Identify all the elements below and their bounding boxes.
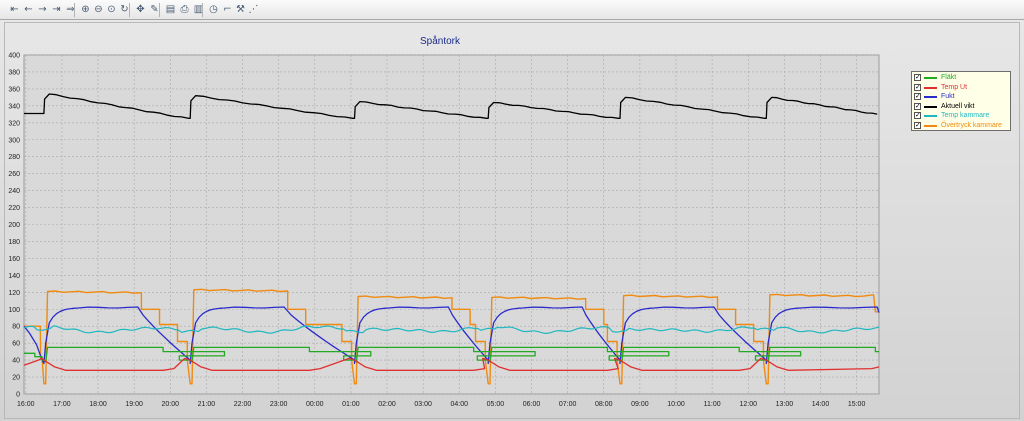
legend-swatch [924, 105, 937, 108]
legend-item[interactable]: ✓ Övertryck kammare [912, 121, 1010, 131]
chart-window: ⇤ ← → ⇥ ⇒ ⊕ ⊖ ⊙ ↻ ✥ ✎ ▤ ⎙ ▥ ◷ ⌐ ⚒ ⋰ 0 20 40 60 80 100 120 140 160… [0, 0, 1024, 421]
y-tick-label: 200 [8, 222, 20, 229]
x-tick-label: 02:00 [378, 401, 396, 408]
y-tick-label: 120 [8, 290, 20, 297]
x-tick-label: 11:00 [704, 401, 721, 408]
x-tick-label: 03:00 [414, 401, 432, 408]
x-tick-label: 01:00 [342, 401, 360, 408]
legend-swatch [924, 115, 937, 118]
y-tick-label: 20 [12, 375, 20, 382]
legend-item[interactable]: ✓ Temp kammare [912, 111, 1010, 121]
x-tick-label: 15:00 [848, 401, 866, 408]
x-tick-label: 21:00 [198, 401, 216, 408]
y-tick-label: 320 [8, 120, 20, 127]
x-tick-label: 23:00 [270, 401, 288, 408]
x-tick-label: 13:00 [776, 401, 794, 408]
x-tick-label: 07:00 [559, 401, 577, 408]
x-tick-label: 16:00 [17, 401, 35, 408]
y-tick-label: 340 [8, 103, 20, 110]
y-tick-label: 400 [8, 53, 20, 60]
y-tick-label: 40 [12, 358, 20, 365]
x-tick-label: 19:00 [125, 401, 143, 408]
y-tick-label: 60 [12, 341, 20, 348]
chart-legend: ✓ Fläkt ✓ Temp Ut ✓ Fukt ✓ Aktuell vikt ✓ Temp ka… [911, 71, 1011, 131]
legend-checkbox[interactable]: ✓ [914, 93, 921, 101]
x-tick-label: 22:00 [234, 401, 252, 408]
legend-label: Temp kammare [941, 112, 990, 120]
legend-item[interactable]: ✓ Fukt [912, 92, 1010, 102]
x-tick-label: 12:00 [739, 401, 757, 408]
y-tick-label: 280 [8, 154, 20, 161]
x-tick-label: 17:00 [53, 401, 71, 408]
x-tick-label: 05:00 [487, 401, 505, 408]
x-tick-label: 09:00 [631, 401, 649, 408]
y-tick-label: 140 [8, 273, 20, 280]
legend-swatch [924, 77, 937, 79]
legend-swatch [924, 86, 937, 89]
x-tick-label: 06:00 [523, 401, 541, 408]
legend-checkbox[interactable]: ✓ [914, 83, 921, 91]
y-tick-label: 0 [16, 392, 20, 399]
x-tick-label: 14:00 [812, 401, 830, 408]
legend-label: Aktuell vikt [941, 102, 975, 110]
x-tick-label: 00:00 [306, 401, 324, 408]
legend-checkbox[interactable]: ✓ [914, 74, 921, 81]
y-tick-label: 180 [8, 239, 20, 246]
y-tick-label: 220 [8, 205, 20, 212]
legend-label: Övertryck kammare [941, 121, 1003, 129]
legend-label: Fläkt [941, 74, 957, 81]
x-tick-label: 18:00 [89, 401, 107, 408]
y-tick-label: 380 [8, 69, 20, 76]
legend-item[interactable]: ✓ Temp Ut [912, 83, 1010, 93]
chart-plot: 0 20 40 60 80 100 120 140 160 180 200 220 240 260 280 3… [8, 53, 880, 408]
y-tick-label: 80 [12, 324, 20, 331]
legend-checkbox[interactable]: ✓ [914, 112, 921, 120]
x-tick-label: 08:00 [595, 401, 613, 408]
legend-swatch [924, 124, 937, 127]
y-tick-label: 260 [8, 171, 20, 178]
y-tick-label: 300 [8, 137, 20, 144]
legend-swatch [924, 96, 937, 99]
y-tick-label: 360 [8, 86, 20, 93]
legend-item[interactable]: ✓ Fläkt [912, 73, 1010, 83]
x-tick-label: 20:00 [162, 401, 180, 408]
chart-title: Spåntork [419, 36, 461, 47]
legend-label: Temp Ut [941, 83, 968, 91]
y-tick-label: 160 [8, 256, 20, 263]
legend-checkbox[interactable]: ✓ [914, 121, 921, 129]
y-tick-label: 240 [8, 188, 20, 195]
legend-label: Fukt [941, 93, 955, 101]
x-tick-label: 04:00 [451, 401, 469, 408]
legend-checkbox[interactable]: ✓ [914, 102, 921, 110]
y-tick-label: 100 [8, 307, 20, 314]
x-tick-label: 10:00 [667, 401, 685, 408]
legend-item[interactable]: ✓ Aktuell vikt [912, 102, 1010, 112]
